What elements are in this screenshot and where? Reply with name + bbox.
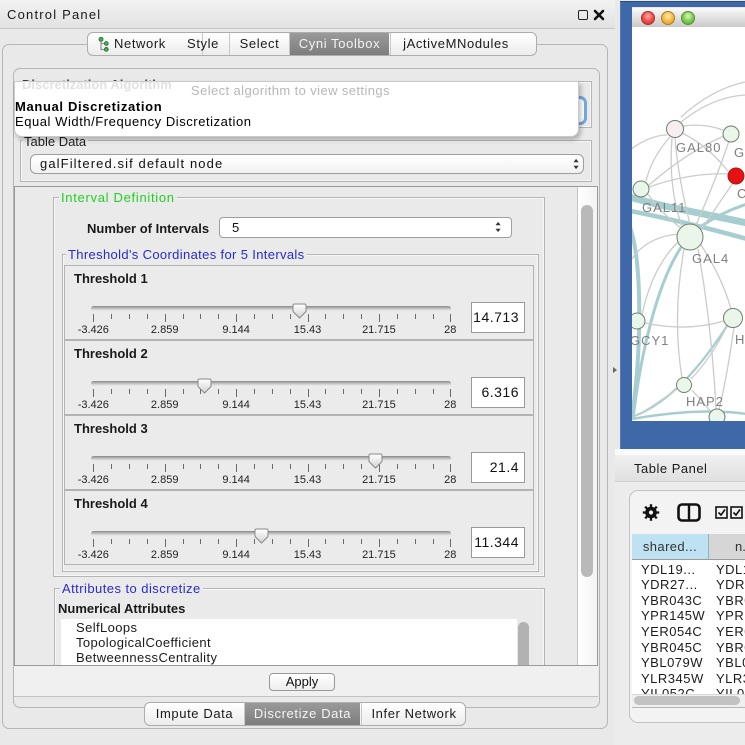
svg-text:G.: G.: [734, 145, 745, 160]
svg-text:HAP2: HAP2: [686, 394, 724, 409]
svg-text:GAL4: GAL4: [692, 251, 729, 266]
svg-text:GCY1: GCY1: [632, 333, 669, 348]
svg-text:H: H: [735, 332, 745, 347]
svg-text:C: C: [737, 186, 745, 201]
svg-text:GAL11: GAL11: [642, 200, 687, 215]
svg-text:GAL80: GAL80: [676, 140, 721, 155]
